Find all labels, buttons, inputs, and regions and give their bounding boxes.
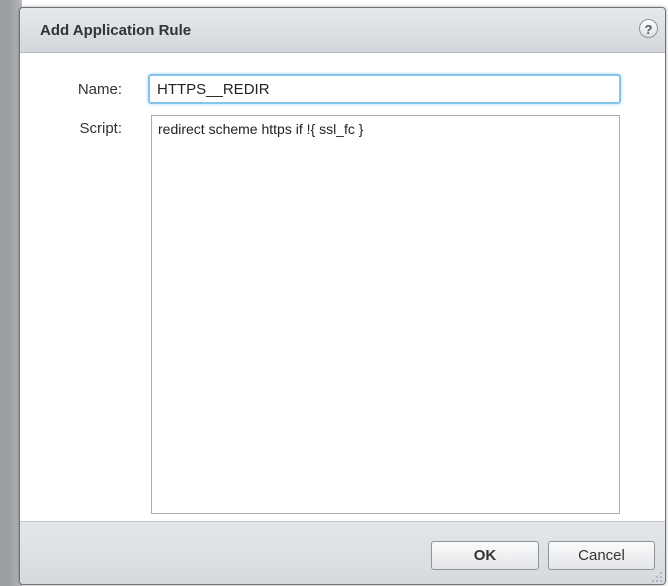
ok-button[interactable]: OK — [431, 541, 539, 570]
background-panel-edge — [0, 0, 8, 586]
dialog-footer: OK Cancel — [20, 521, 665, 584]
dialog-title: Add Application Rule — [40, 22, 192, 39]
script-textarea[interactable]: redirect scheme https if !{ ssl_fc } — [151, 115, 620, 514]
resize-grip-icon[interactable] — [651, 571, 663, 583]
help-icon[interactable]: ? — [639, 19, 658, 38]
add-application-rule-dialog: Add Application Rule ? Name: Script: red… — [19, 7, 666, 585]
dialog-title-bar[interactable]: Add Application Rule ? — [20, 8, 665, 53]
name-input[interactable] — [148, 74, 621, 104]
cancel-button[interactable]: Cancel — [548, 541, 655, 570]
name-label: Name: — [77, 81, 122, 98]
script-label: Script: — [79, 120, 122, 137]
page: Add Application Rule ? Name: Script: red… — [0, 0, 668, 586]
